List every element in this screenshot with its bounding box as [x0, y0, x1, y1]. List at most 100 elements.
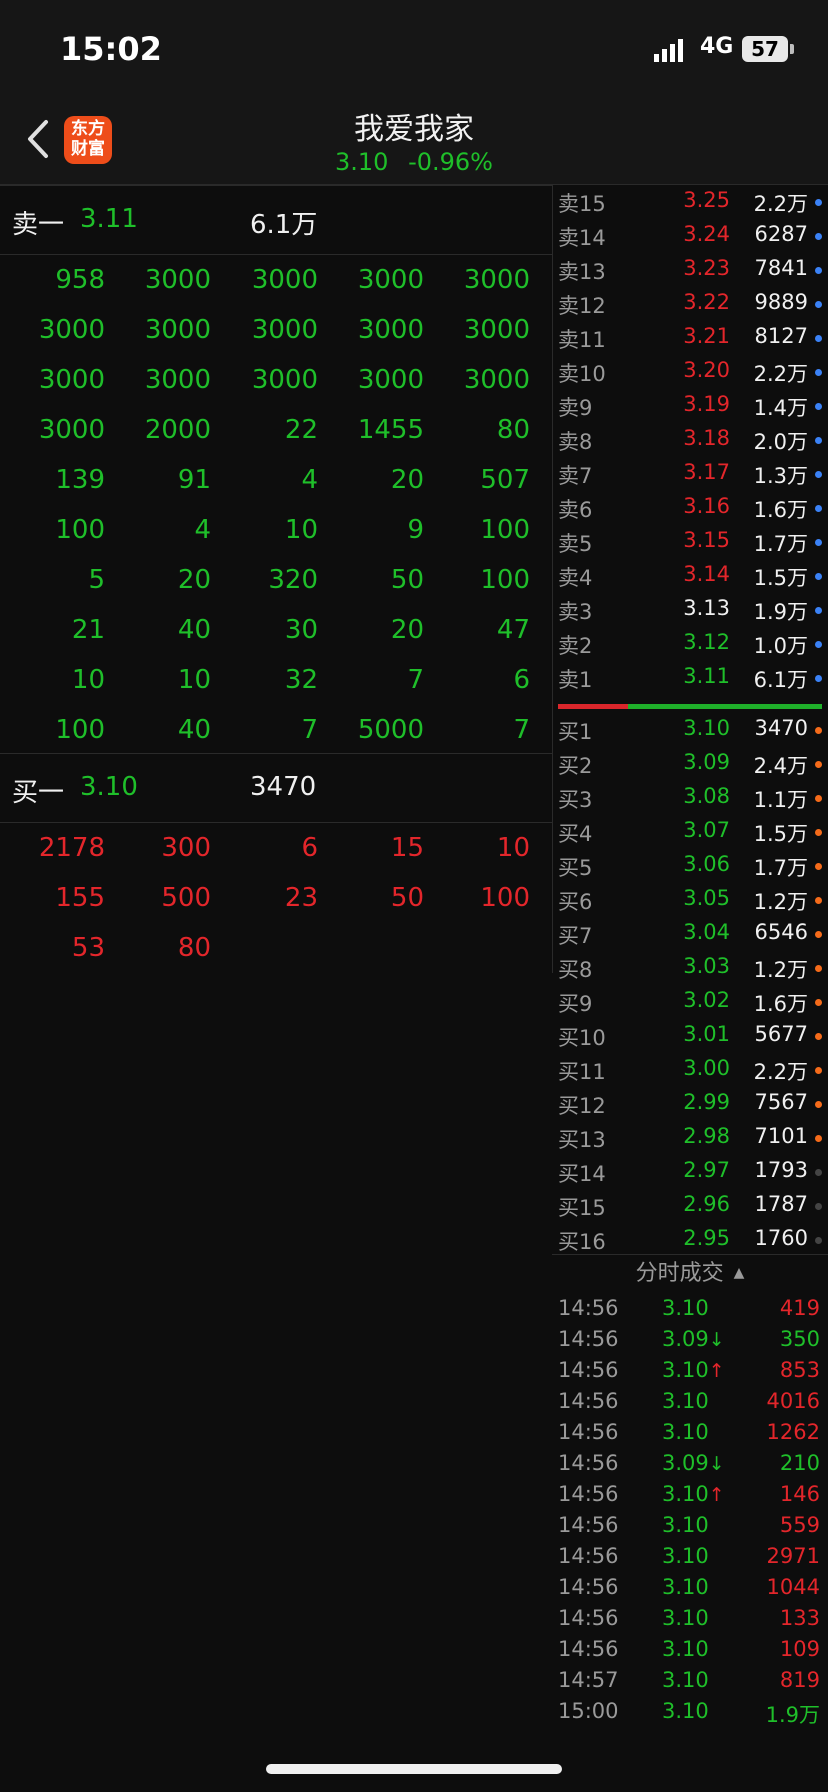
buy-level-row[interactable]: 买3 3.08 1.1万 — [552, 781, 828, 815]
sell-level-row[interactable]: 卖9 3.19 1.4万 — [552, 389, 828, 423]
queue-order-volume: 3000 — [251, 315, 318, 345]
sell-one-header[interactable]: 卖一 3.11 6.1万 — [0, 185, 552, 255]
tick-price: 3.09 — [662, 1327, 709, 1351]
level-price: 3.08 — [683, 784, 730, 808]
level-dot-icon — [815, 369, 822, 376]
level-label: 卖10 — [558, 362, 606, 386]
sell-level-row[interactable]: 卖2 3.12 1.0万 — [552, 627, 828, 661]
tick-volume: 819 — [779, 1668, 820, 1692]
level-label: 买8 — [558, 958, 593, 982]
queue-order-volume: 80 — [177, 933, 211, 963]
buy-level-row[interactable]: 买1 3.10 3470 — [552, 713, 828, 747]
buy-one-label: 买一 — [12, 778, 65, 808]
level-dot-icon — [815, 607, 822, 614]
level-dot-icon — [815, 437, 822, 444]
level-dot-icon — [815, 1033, 822, 1040]
tick-price: 3.10 — [662, 1544, 709, 1568]
queue-order-volume: 100 — [55, 715, 105, 745]
level-dot-icon — [815, 965, 822, 972]
tick-volume: 1044 — [766, 1575, 820, 1599]
level-volume: 1.2万 — [753, 958, 808, 982]
level-price: 3.04 — [683, 920, 730, 944]
level-dot-icon — [815, 403, 822, 410]
level-volume: 1.0万 — [753, 634, 808, 658]
buy-level-row[interactable]: 买12 2.99 7567 — [552, 1087, 828, 1121]
sell-one-label: 卖一 — [12, 210, 65, 240]
sell-level-row[interactable]: 卖3 3.13 1.9万 — [552, 593, 828, 627]
buy-level-row[interactable]: 买8 3.03 1.2万 — [552, 951, 828, 985]
sell-level-row[interactable]: 卖12 3.22 9889 — [552, 287, 828, 321]
buy-level-row[interactable]: 买10 3.01 5677 — [552, 1019, 828, 1053]
queue-order-volume: 300 — [161, 833, 211, 863]
level-price: 3.21 — [683, 324, 730, 348]
tick-price-cell: 3.09↓ — [662, 1327, 725, 1351]
buy-level-row[interactable]: 买6 3.05 1.2万 — [552, 883, 828, 917]
level-price: 3.09 — [683, 750, 730, 774]
level-label: 买5 — [558, 856, 593, 880]
tick-price: 3.10 — [662, 1358, 709, 1382]
buy-level-row[interactable]: 买2 3.09 2.4万 — [552, 747, 828, 781]
level-price: 3.11 — [683, 664, 730, 688]
level-label: 买6 — [558, 890, 593, 914]
level-label: 卖3 — [558, 600, 593, 624]
tick-time: 14:56 — [558, 1544, 619, 1568]
queue-order-volume: 7 — [513, 715, 530, 745]
sell-level-row[interactable]: 卖6 3.16 1.6万 — [552, 491, 828, 525]
tick-row: 14:56 3.10 133 — [552, 1604, 828, 1635]
level-price: 2.98 — [683, 1124, 730, 1148]
queue-order-volume: 10 — [177, 665, 211, 695]
level-price: 3.02 — [683, 988, 730, 1012]
sell-level-row[interactable]: 卖13 3.23 7841 — [552, 253, 828, 287]
level-volume: 1.6万 — [753, 498, 808, 522]
sell-level-row[interactable]: 卖15 3.25 2.2万 — [552, 185, 828, 219]
level-label: 卖6 — [558, 498, 593, 522]
sell-level-row[interactable]: 卖5 3.15 1.7万 — [552, 525, 828, 559]
level-label: 买3 — [558, 788, 593, 812]
tick-time: 14:56 — [558, 1420, 619, 1444]
level-volume: 1.5万 — [753, 566, 808, 590]
queue-order-volume: 3000 — [463, 315, 530, 345]
tick-row: 14:56 3.09↓ 210 — [552, 1449, 828, 1480]
level-dot-icon — [815, 267, 822, 274]
tick-volume: 109 — [779, 1637, 820, 1661]
tick-volume: 1.9万 — [765, 1703, 820, 1727]
sell-one-volume: 6.1万 — [250, 210, 318, 240]
buy-level-row[interactable]: 买7 3.04 6546 — [552, 917, 828, 951]
level-price: 3.01 — [683, 1022, 730, 1046]
sell-level-row[interactable]: 卖4 3.14 1.5万 — [552, 559, 828, 593]
buy-level-row[interactable]: 买9 3.02 1.6万 — [552, 985, 828, 1019]
level-price: 3.23 — [683, 256, 730, 280]
level-volume: 2.0万 — [753, 430, 808, 454]
queue-order-volume: 3000 — [251, 265, 318, 295]
queue-order-volume: 20 — [177, 565, 211, 595]
sell-level-row[interactable]: 卖1 3.11 6.1万 — [552, 661, 828, 695]
buy-one-volume: 3470 — [250, 772, 317, 802]
level-volume: 3470 — [754, 716, 808, 740]
level-dot-icon — [815, 1067, 822, 1074]
buy-level-row[interactable]: 买15 2.96 1787 — [552, 1189, 828, 1223]
tick-price-cell: 3.10 — [662, 1637, 709, 1661]
buy-level-row[interactable]: 买11 3.00 2.2万 — [552, 1053, 828, 1087]
tick-row: 14:56 3.10 1044 — [552, 1573, 828, 1604]
sell-level-row[interactable]: 卖8 3.18 2.0万 — [552, 423, 828, 457]
home-indicator[interactable] — [266, 1764, 562, 1774]
ticks-section-header[interactable]: 分时成交 ▲ — [552, 1254, 828, 1293]
queue-order-volume: 507 — [480, 465, 530, 495]
buy-level-row[interactable]: 买13 2.98 7101 — [552, 1121, 828, 1155]
level-label: 卖4 — [558, 566, 593, 590]
buy-level-row[interactable]: 买5 3.06 1.7万 — [552, 849, 828, 883]
sell-level-row[interactable]: 卖11 3.21 8127 — [552, 321, 828, 355]
level-label: 买13 — [558, 1128, 606, 1152]
level-dot-icon — [815, 505, 822, 512]
buy-level-row[interactable]: 买4 3.07 1.5万 — [552, 815, 828, 849]
buy-one-header[interactable]: 买一 3.10 3470 — [0, 753, 552, 823]
tick-price-cell: 3.10 — [662, 1296, 709, 1320]
sell-level-row[interactable]: 卖14 3.24 6287 — [552, 219, 828, 253]
sell-level-row[interactable]: 卖10 3.20 2.2万 — [552, 355, 828, 389]
buy-level-row[interactable]: 买14 2.97 1793 — [552, 1155, 828, 1189]
sell-level-row[interactable]: 卖7 3.17 1.3万 — [552, 457, 828, 491]
buy-level-row[interactable]: 买16 2.95 1760 — [552, 1223, 828, 1257]
queue-order-volume: 500 — [161, 883, 211, 913]
tick-price-cell: 3.09↓ — [662, 1451, 725, 1475]
tick-row: 14:56 3.10 109 — [552, 1635, 828, 1666]
